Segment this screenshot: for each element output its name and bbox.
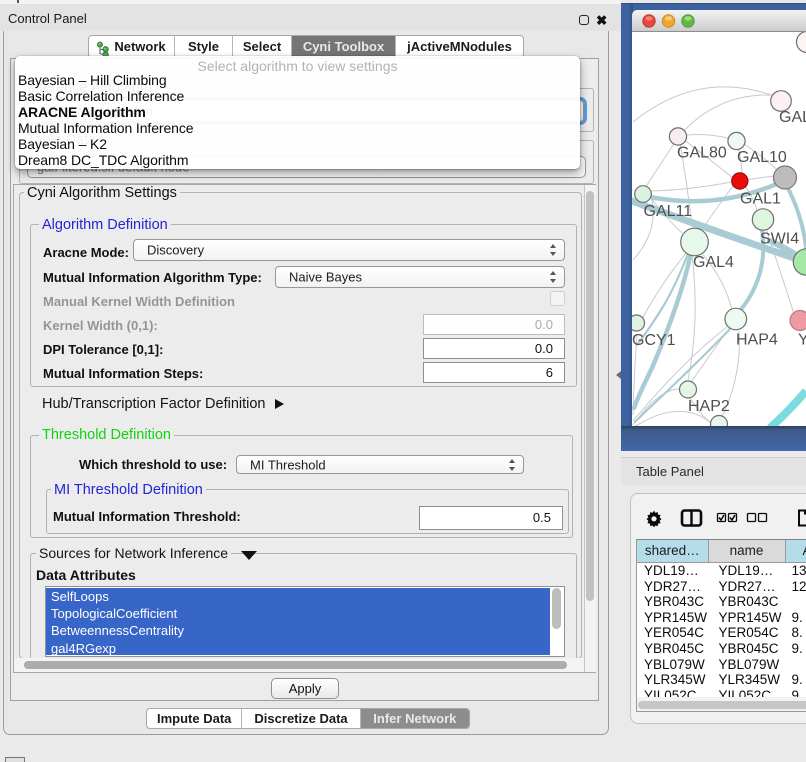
- svg-text:GAL80: GAL80: [677, 145, 727, 162]
- svg-text:HAP4: HAP4: [736, 332, 778, 349]
- svg-text:SWI4: SWI4: [760, 231, 799, 248]
- svg-text:GAL1: GAL1: [740, 191, 781, 208]
- svg-text:HAP2: HAP2: [688, 398, 730, 415]
- svg-text:GAL10: GAL10: [737, 149, 787, 166]
- svg-text:GCY1: GCY1: [632, 332, 676, 349]
- svg-text:GAL11: GAL11: [644, 203, 693, 220]
- svg-text:Y: Y: [798, 332, 806, 349]
- svg-text:GAL4: GAL4: [693, 254, 734, 271]
- svg-text:GAL7: GAL7: [779, 109, 806, 126]
